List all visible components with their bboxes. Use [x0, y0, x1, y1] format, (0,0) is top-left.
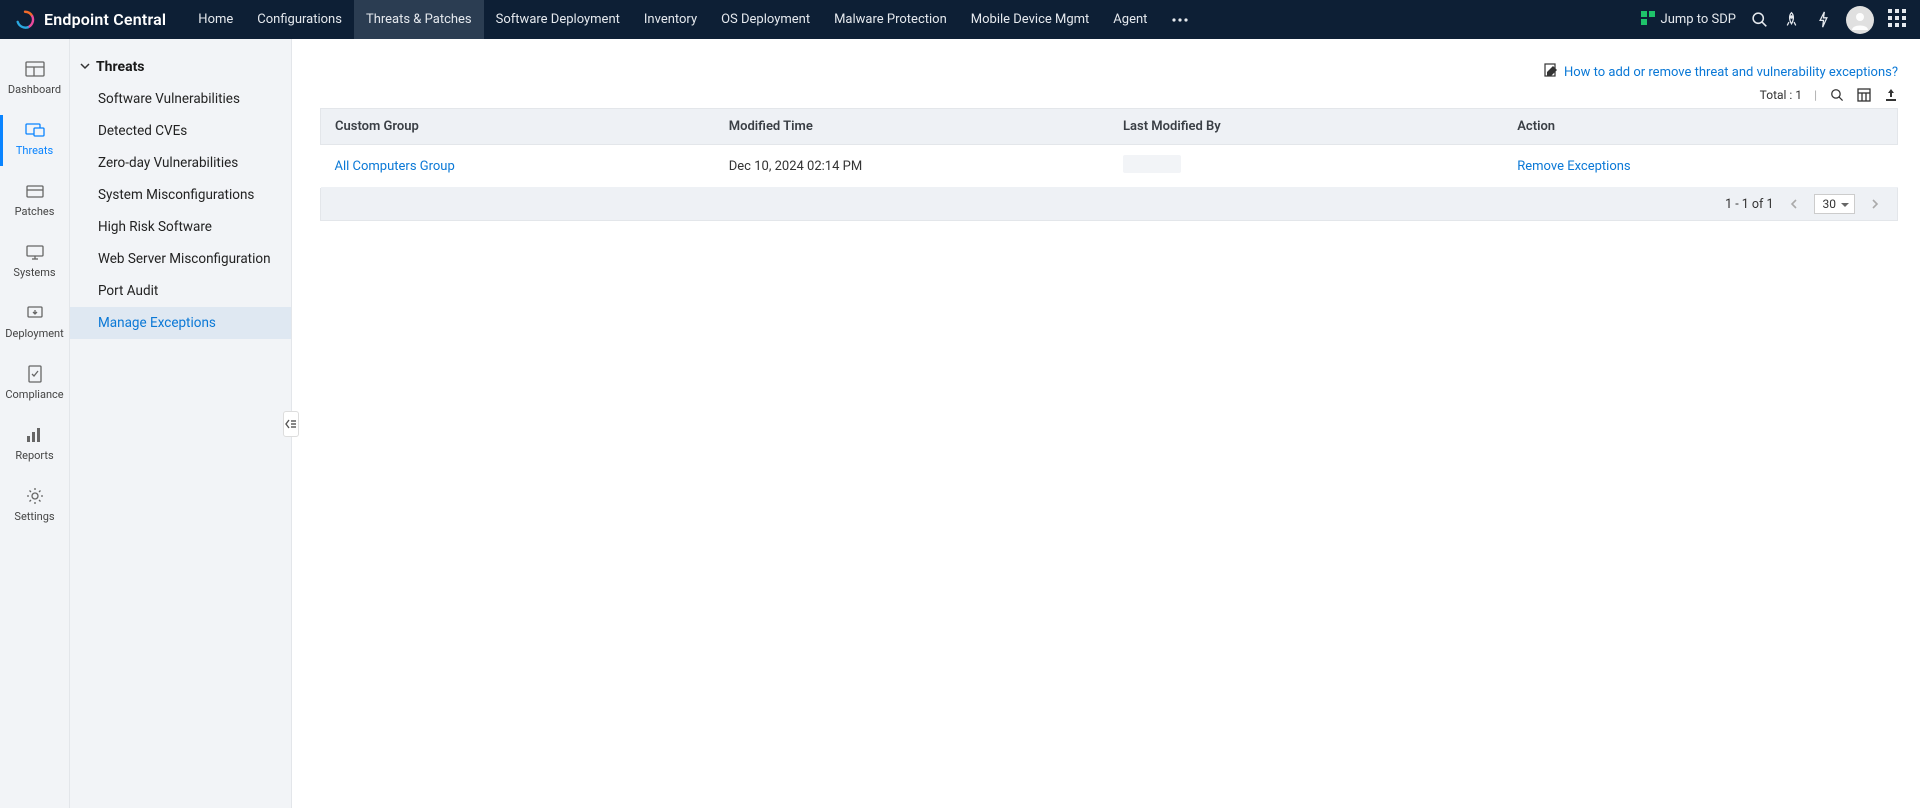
- table-row: All Computers Group Dec 10, 2024 02:14 PM…: [321, 145, 1898, 188]
- side-sub-items: Software VulnerabilitiesDetected CVEsZer…: [70, 83, 291, 339]
- group-link[interactable]: All Computers Group: [335, 159, 455, 174]
- last-modified-by-cell: [1109, 145, 1503, 188]
- dashboard-icon: [25, 61, 45, 77]
- sdp-icon: [1641, 11, 1655, 29]
- col-header-modified-time[interactable]: Modified Time: [715, 109, 1109, 145]
- threats-icon: [25, 122, 45, 138]
- redacted-value: [1123, 155, 1181, 173]
- side-item[interactable]: Port Audit: [70, 275, 291, 307]
- rail-item-patches[interactable]: Patches: [0, 171, 69, 232]
- col-header-action[interactable]: Action: [1503, 109, 1897, 145]
- brand-logo-icon: [14, 9, 36, 31]
- rail-item-systems[interactable]: Systems: [0, 232, 69, 293]
- edit-note-icon: [1544, 63, 1558, 81]
- main-menu-item[interactable]: Malware Protection: [822, 0, 959, 39]
- rail-label: Threats: [16, 144, 53, 157]
- top-right-actions: Jump to SDP: [1641, 0, 1920, 39]
- main-menu-item[interactable]: Agent: [1101, 0, 1159, 39]
- table-footer: 1 - 1 of 1 30: [320, 188, 1898, 221]
- side-item[interactable]: High Risk Software: [70, 211, 291, 243]
- deployment-icon: [25, 305, 45, 321]
- pagination-range: 1 - 1 of 1: [1725, 197, 1773, 212]
- side-item[interactable]: System Misconfigurations: [70, 179, 291, 211]
- side-item[interactable]: Manage Exceptions: [70, 307, 291, 339]
- rail-item-threats[interactable]: Threats: [0, 110, 69, 171]
- rail-item-deployment[interactable]: Deployment: [0, 293, 69, 354]
- settings-icon: [25, 488, 45, 504]
- systems-icon: [25, 244, 45, 260]
- search-icon[interactable]: [1750, 11, 1768, 29]
- side-panel: Threats Software VulnerabilitiesDetected…: [70, 39, 292, 808]
- rocket-icon[interactable]: [1782, 11, 1800, 29]
- rail-label: Settings: [14, 510, 54, 523]
- columns-icon[interactable]: [1856, 87, 1871, 102]
- table-meta-row: Total : 1 |: [320, 87, 1898, 102]
- exceptions-table: Custom Group Modified Time Last Modified…: [320, 108, 1898, 188]
- rail-label: Systems: [13, 266, 55, 279]
- main-menu-item[interactable]: Threats & Patches: [354, 0, 484, 39]
- page-size-value: 30: [1823, 197, 1837, 211]
- rail-item-settings[interactable]: Settings: [0, 476, 69, 537]
- export-icon[interactable]: [1883, 87, 1898, 102]
- left-rail: Dashboard Threats Patches Systems Deployment…: [0, 39, 70, 808]
- rail-label: Reports: [15, 449, 53, 462]
- bolt-icon[interactable]: [1814, 11, 1832, 29]
- main-menu-item[interactable]: Configurations: [245, 0, 354, 39]
- main-menu-item[interactable]: Inventory: [632, 0, 709, 39]
- main-menu-item[interactable]: OS Deployment: [709, 0, 822, 39]
- chevron-down-icon: [80, 59, 90, 75]
- patches-icon: [25, 183, 45, 199]
- side-item[interactable]: Software Vulnerabilities: [70, 83, 291, 115]
- reports-icon: [25, 427, 45, 443]
- rail-item-dashboard[interactable]: Dashboard: [0, 49, 69, 110]
- side-item[interactable]: Web Server Misconfiguration: [70, 243, 291, 275]
- col-header-custom-group[interactable]: Custom Group: [321, 109, 715, 145]
- main-menu-item[interactable]: Home: [186, 0, 245, 39]
- side-item[interactable]: Zero-day Vulnerabilities: [70, 147, 291, 179]
- side-item[interactable]: Detected CVEs: [70, 115, 291, 147]
- side-group-header[interactable]: Threats: [70, 53, 291, 83]
- total-count: Total : 1: [1760, 88, 1802, 102]
- remove-exceptions-link[interactable]: Remove Exceptions: [1517, 159, 1630, 174]
- main-menu-item[interactable]: Software Deployment: [484, 0, 632, 39]
- rail-item-reports[interactable]: Reports: [0, 415, 69, 476]
- user-avatar[interactable]: [1846, 6, 1874, 34]
- col-header-last-modified-by[interactable]: Last Modified By: [1109, 109, 1503, 145]
- modified-time-cell: Dec 10, 2024 02:14 PM: [715, 145, 1109, 188]
- meta-separator: |: [1814, 88, 1817, 102]
- main-content: How to add or remove threat and vulnerab…: [292, 39, 1920, 808]
- main-menu: HomeConfigurationsThreats & PatchesSoftw…: [186, 0, 1159, 39]
- rail-label: Deployment: [5, 327, 63, 340]
- side-group-title: Threats: [96, 59, 145, 75]
- jump-to-sdp-label: Jump to SDP: [1661, 12, 1736, 27]
- next-page-button[interactable]: [1867, 196, 1883, 212]
- top-nav: Endpoint Central HomeConfigurationsThrea…: [0, 0, 1920, 39]
- rail-label: Patches: [15, 205, 55, 218]
- page-size-select[interactable]: 30: [1814, 194, 1856, 214]
- rail-label: Dashboard: [8, 83, 61, 96]
- table-search-icon[interactable]: [1829, 87, 1844, 102]
- help-link-text: How to add or remove threat and vulnerab…: [1564, 65, 1898, 80]
- help-link[interactable]: How to add or remove threat and vulnerab…: [1544, 63, 1898, 81]
- compliance-icon: [25, 366, 45, 382]
- main-menu-more[interactable]: [1159, 17, 1201, 23]
- jump-to-sdp-link[interactable]: Jump to SDP: [1641, 11, 1736, 29]
- main-menu-item[interactable]: Mobile Device Mgmt: [959, 0, 1102, 39]
- rail-item-compliance[interactable]: Compliance: [0, 354, 69, 415]
- prev-page-button[interactable]: [1786, 196, 1802, 212]
- brand-name: Endpoint Central: [44, 10, 166, 29]
- rail-label: Compliance: [5, 388, 63, 401]
- brand-section[interactable]: Endpoint Central: [0, 9, 186, 31]
- apps-grid-icon[interactable]: [1888, 9, 1906, 31]
